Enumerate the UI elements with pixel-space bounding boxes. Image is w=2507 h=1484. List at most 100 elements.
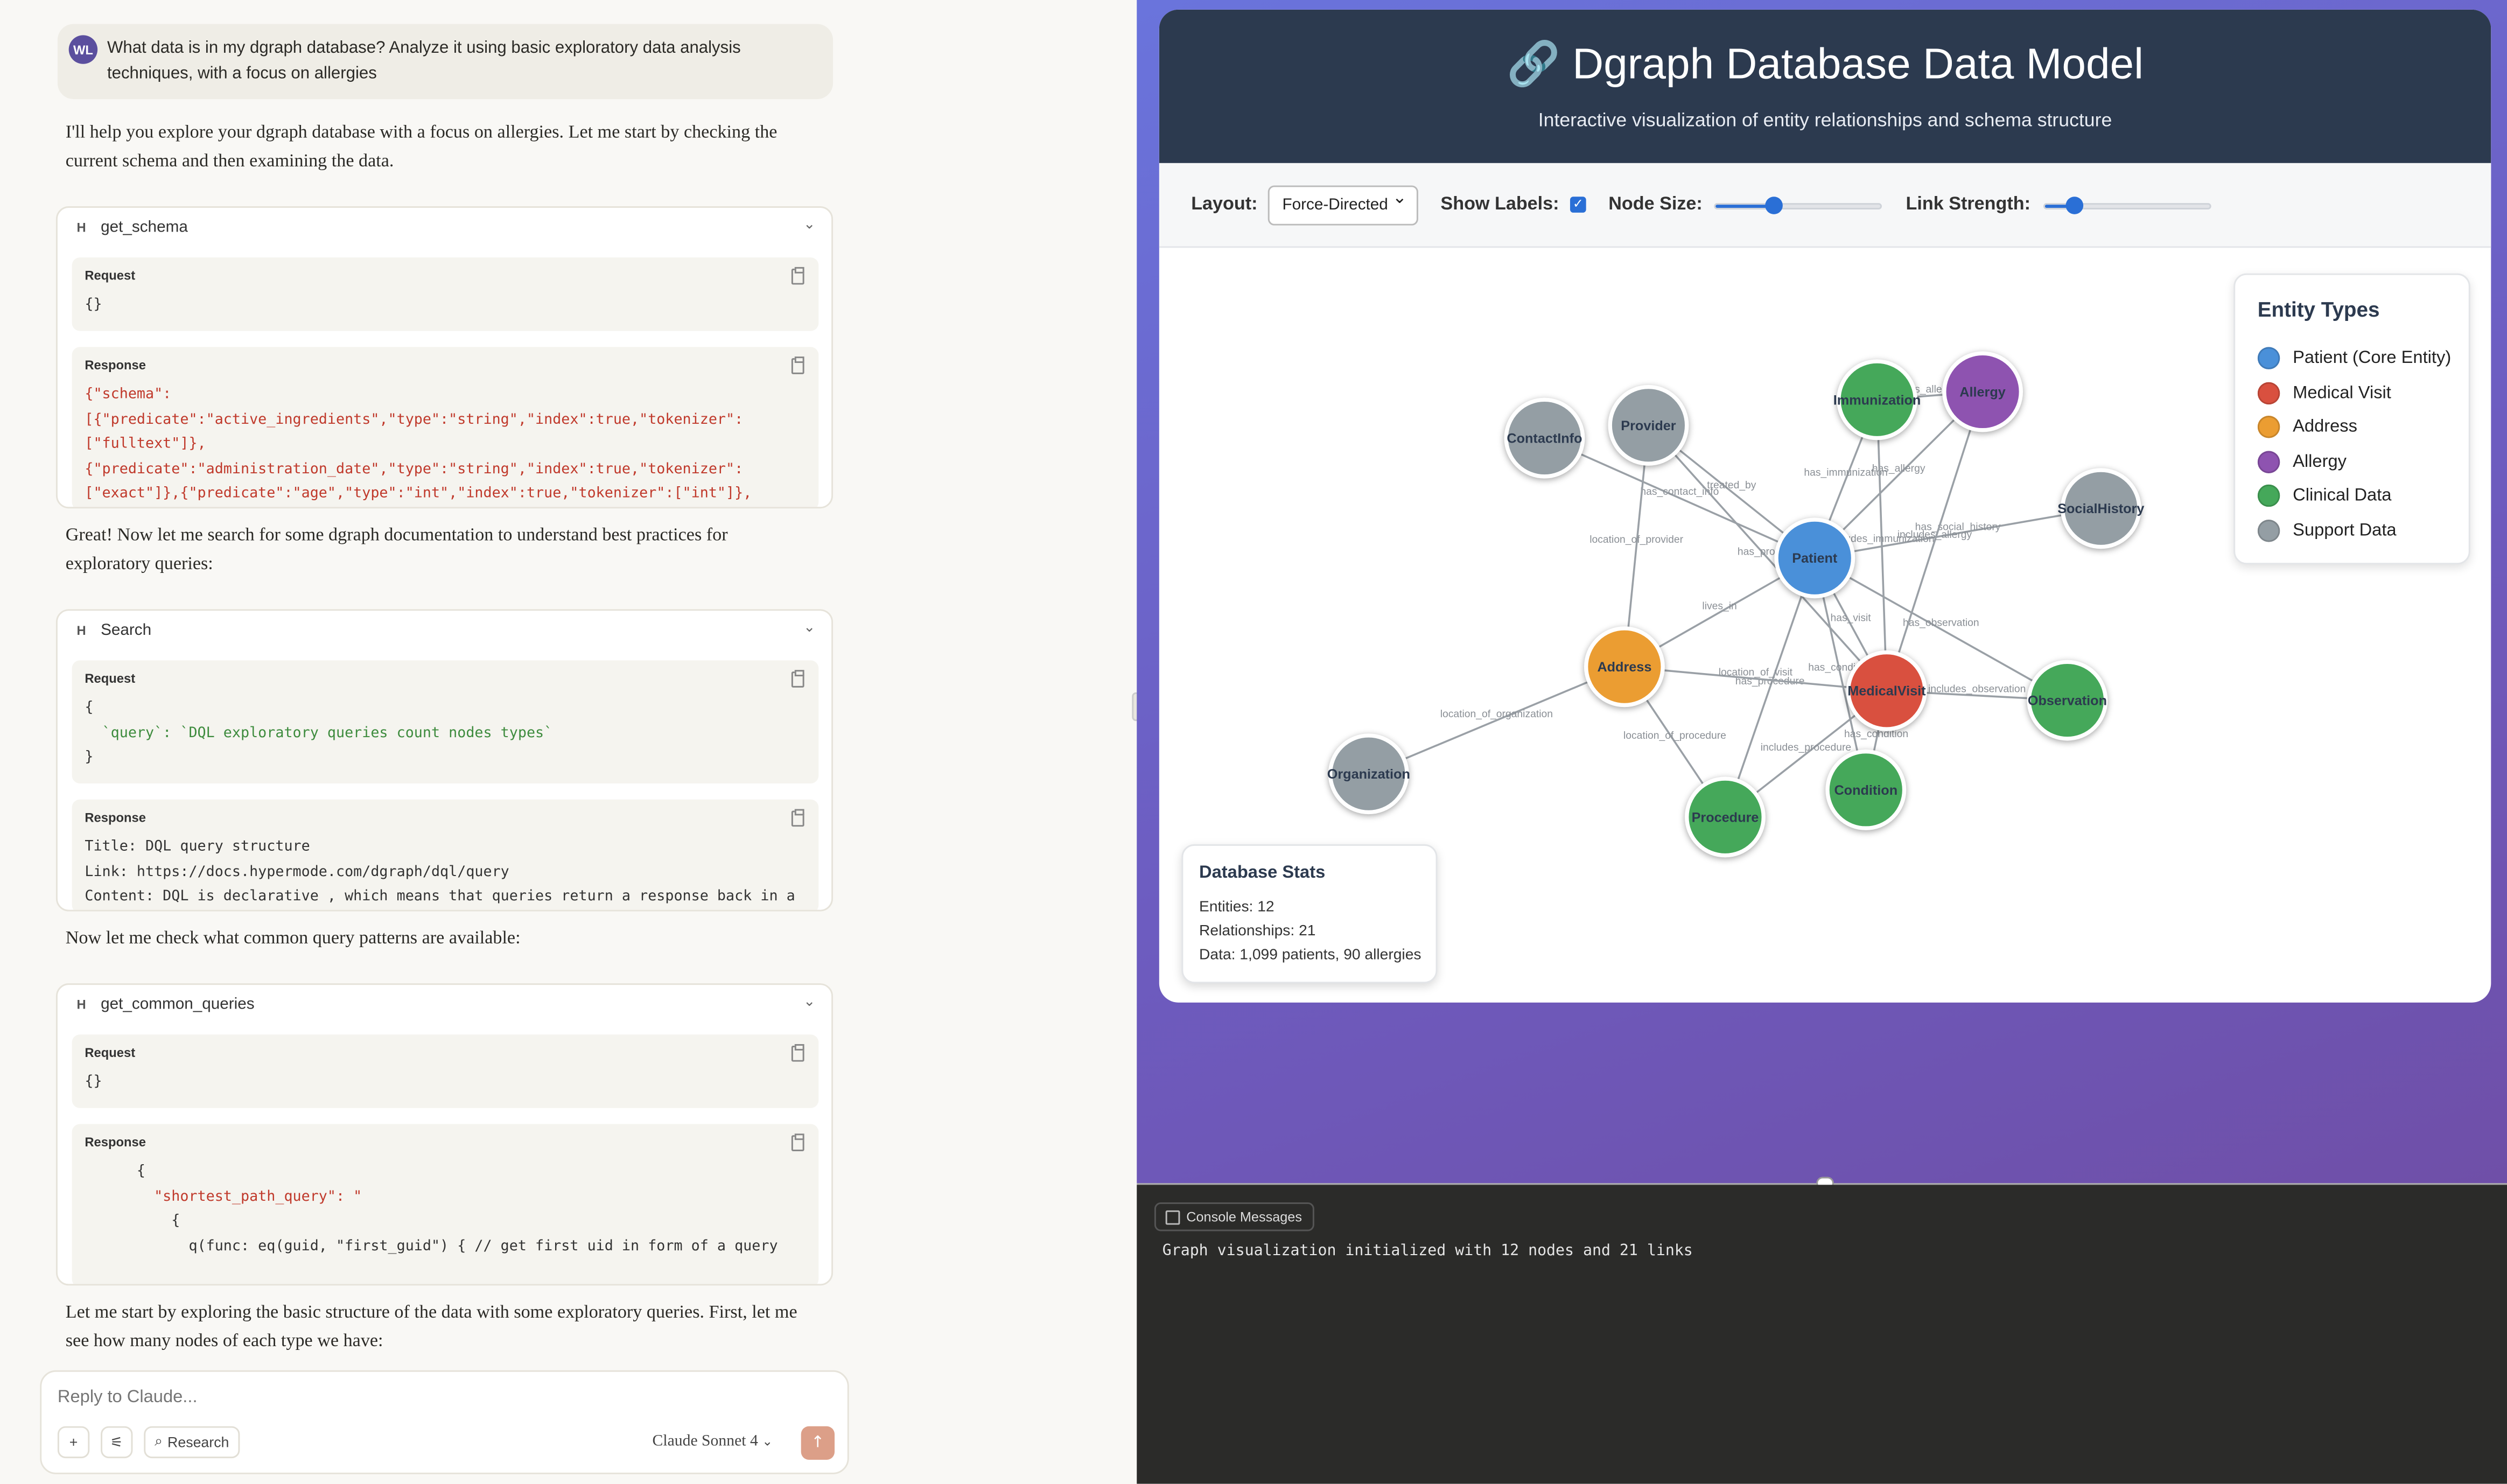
legend-label: Medical Visit	[2293, 383, 2391, 402]
add-icon[interactable]: +	[57, 1426, 90, 1459]
assistant-message-2: Great! Now let me search for some dgraph…	[65, 526, 728, 575]
copy-icon[interactable]	[791, 809, 804, 827]
link-label: has_condition	[1844, 729, 1908, 740]
layout-select[interactable]: Force-Directed	[1267, 181, 1418, 226]
tool-server-badge: H	[76, 220, 86, 235]
legend-label: Clinical Data	[2293, 486, 2392, 506]
graph-node[interactable]: Condition	[1825, 749, 1907, 830]
response-code: {"schema": [{"predicate":"active_ingredie…	[85, 387, 752, 502]
tool-call-get-common-queries: H get_common_queries ⌄ Request {} Respon…	[55, 983, 834, 1286]
node-label: Condition	[1834, 783, 1897, 798]
graph-node[interactable]: Patient	[1774, 517, 1855, 599]
request-code: { `query`: `DQL exploratory queries coun…	[85, 700, 553, 766]
tool-server-badge: H	[76, 997, 86, 1012]
tool-header[interactable]: H Search ⌄	[58, 611, 831, 652]
response-box: Response {"schema": [{"predicate":"active…	[72, 347, 819, 507]
console-tab[interactable]: Console Messages	[1154, 1202, 1315, 1231]
graph-node[interactable]: Organization	[1327, 733, 1410, 815]
copy-icon[interactable]	[791, 1044, 804, 1062]
stats-entities: Entities: 12	[1199, 898, 1274, 916]
response-label: Response	[85, 810, 146, 825]
chevron-down-icon: ⌄	[762, 1434, 773, 1449]
page-title: 🔗 Dgraph Database Data Model	[1507, 40, 2144, 88]
legend-label: Patient (Core Entity)	[2293, 348, 2452, 368]
visualization-card: 🔗 Dgraph Database Data Model Interactive…	[1159, 9, 2491, 1003]
legend-item: Address	[2257, 414, 2357, 440]
response-label: Response	[85, 1135, 146, 1150]
chat-panel: WL What data is in my dgraph database? A…	[0, 0, 1137, 1484]
request-label: Request	[85, 268, 136, 283]
search-icon: ⌕	[155, 1434, 163, 1451]
node-label: Organization	[1327, 767, 1410, 782]
request-box: Request {}	[72, 1034, 819, 1108]
graph-node[interactable]: Provider	[1608, 384, 1689, 466]
copy-icon[interactable]	[791, 356, 804, 374]
graph-node[interactable]: SocialHistory	[2057, 468, 2144, 549]
legend-swatch	[2257, 519, 2280, 542]
avatar: WL	[68, 35, 98, 64]
tool-call-search: H Search ⌄ Request { `query`: `DQL explo…	[55, 609, 834, 912]
response-box: Response Title: DQL query structure Link:…	[72, 799, 819, 910]
show-labels-checkbox[interactable]: ✓	[1570, 197, 1586, 213]
legend-title: Entity Types	[2257, 297, 2380, 321]
node-size-fill	[1715, 205, 1774, 208]
stats-title: Database Stats	[1199, 863, 1326, 883]
send-button[interactable]: ↑	[801, 1426, 835, 1460]
tool-server-badge: H	[76, 624, 86, 638]
layout-label: Layout:	[1191, 195, 1258, 214]
research-button[interactable]: ⌕ Research	[144, 1426, 240, 1459]
graph-node[interactable]: Procedure	[1685, 776, 1766, 858]
legend-item: Clinical Data	[2257, 483, 2392, 509]
show-labels-label: Show Labels:	[1440, 195, 1559, 214]
card-header: 🔗 Dgraph Database Data Model Interactive…	[1159, 9, 2491, 163]
tools-toggle-icon[interactable]: ⚟	[101, 1426, 133, 1459]
tool-header[interactable]: H get_schema ⌄	[58, 208, 831, 249]
legend-swatch	[2257, 416, 2280, 438]
node-label: MedicalVisit	[1847, 684, 1926, 699]
assistant-message-1: I'll help you explore your dgraph databa…	[65, 123, 778, 171]
tool-name: get_common_queries	[101, 996, 255, 1014]
graph-node[interactable]: MedicalVisit	[1846, 650, 1927, 731]
graph-node[interactable]: Immunization	[1833, 359, 1921, 440]
graph-node[interactable]: Observation	[2027, 660, 2108, 741]
tool-header[interactable]: H get_common_queries ⌄	[58, 985, 831, 1026]
link-label: location_of_organization	[1440, 709, 1553, 720]
graph-node[interactable]: Allergy	[1942, 351, 2023, 432]
reply-input[interactable]	[57, 1388, 537, 1408]
node-label: Procedure	[1692, 810, 1759, 825]
node-label: SocialHistory	[2057, 501, 2144, 516]
graph-node[interactable]: Address	[1584, 626, 1665, 708]
tool-name: get_schema	[101, 219, 188, 237]
copy-icon[interactable]	[791, 267, 804, 285]
page-subtitle: Interactive visualization of entity rela…	[1538, 108, 2112, 131]
legend-item: Support Data	[2257, 517, 2397, 543]
node-size-slider[interactable]	[1714, 197, 1882, 214]
node-size-thumb[interactable]	[1765, 197, 1783, 214]
reply-box: + ⚟ ⌕Research Claude Sonnet 4 ⌄ ↑	[40, 1370, 849, 1474]
legend-label: Support Data	[2293, 520, 2397, 540]
node-label: Patient	[1792, 551, 1838, 566]
legend-label: Allergy	[2293, 451, 2347, 471]
node-label: Observation	[2028, 694, 2107, 709]
copy-icon[interactable]	[791, 1133, 804, 1151]
chevron-down-icon[interactable]: ⌄	[803, 218, 815, 234]
layout-value: Force-Directed	[1282, 197, 1388, 214]
request-code: {}	[85, 1074, 102, 1091]
link-label: includes_observation	[1928, 684, 2026, 695]
link-label: includes_allergy	[1897, 529, 1972, 541]
user-message-text: What data is in my dgraph database? Anal…	[107, 38, 741, 83]
response-code: { "shortest_path_query": " { q(func: eq(…	[85, 1164, 778, 1255]
legend-item: Patient (Core Entity)	[2257, 345, 2452, 371]
legend-item: Medical Visit	[2257, 380, 2391, 405]
legend-label: Address	[2293, 417, 2357, 437]
legend: Entity Types Patient (Core Entity) Medica…	[2233, 273, 2470, 565]
link-strength-thumb[interactable]	[2064, 197, 2083, 214]
chevron-down-icon[interactable]: ⌄	[803, 620, 815, 636]
copy-icon[interactable]	[791, 670, 804, 688]
model-selector[interactable]: Claude Sonnet 4 ⌄	[653, 1433, 773, 1451]
chevron-down-icon[interactable]: ⌄	[803, 995, 815, 1011]
link-strength-slider[interactable]	[2043, 197, 2211, 214]
graph-node[interactable]: ContactInfo	[1504, 397, 1585, 479]
node-label: ContactInfo	[1507, 431, 1582, 446]
console-message: Graph visualization initialized with 12 …	[1162, 1242, 1693, 1260]
